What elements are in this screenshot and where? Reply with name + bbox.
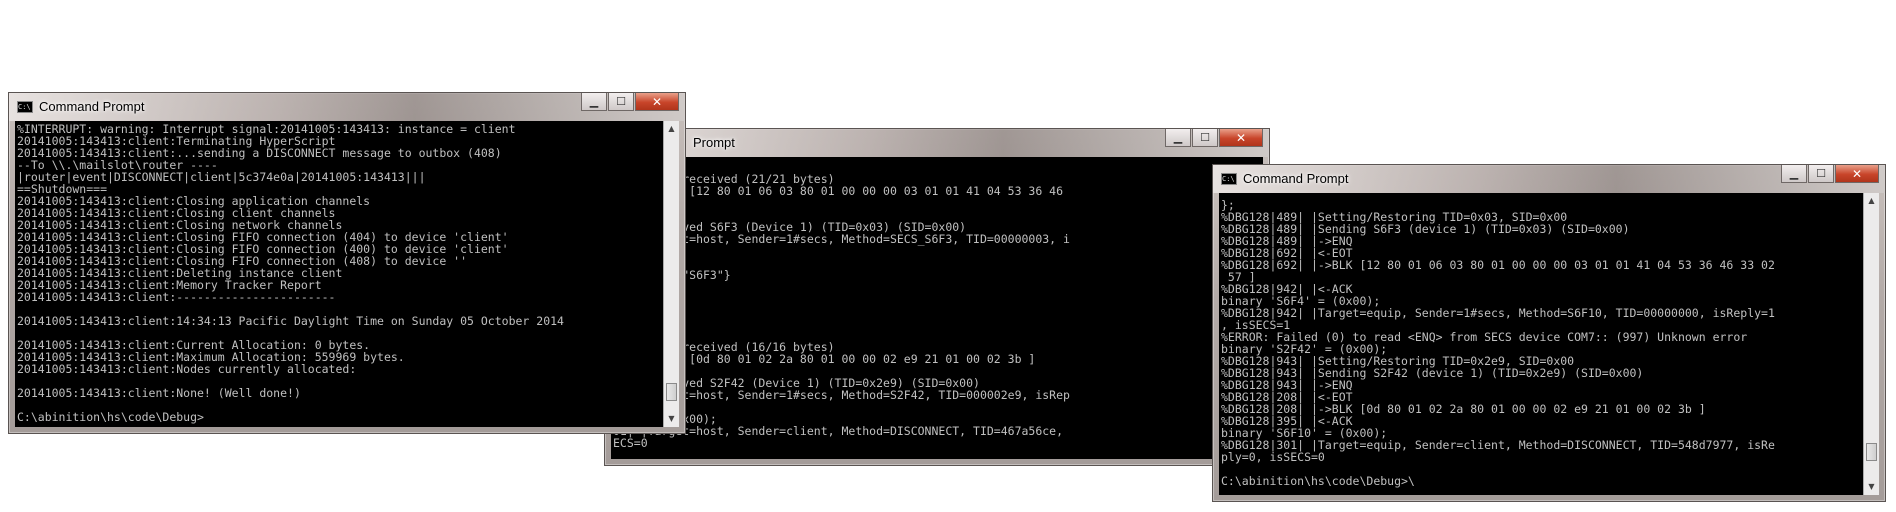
console-line: 20141005:143413:client:Nodes currently a… [17,362,357,376]
console-line: ply=0, isSECS=0 [1221,450,1325,464]
maximize-button[interactable]: ☐ [1192,129,1218,147]
console-text: %INTERRUPT: warning: Interrupt signal:20… [17,123,659,427]
title-bar[interactable]: C:\ Command Prompt ▁ ☐ ✕ [9,93,685,121]
title-bar[interactable]: Prompt ▁ ☐ ✕ [605,129,1269,157]
window-controls: ▁ ☐ ✕ [580,93,679,111]
maximize-button[interactable]: ☐ [1808,165,1834,183]
window-controls: ▁ ☐ ✕ [1164,129,1263,147]
minimize-button[interactable]: ▁ [1165,129,1191,147]
command-prompt-window-1[interactable]: C:\ Command Prompt ▁ ☐ ✕ %INTERRUPT: war… [8,92,686,434]
console-line: 86| |Target=host, Sender=1#secs, Method=… [613,388,1070,402]
console-line: |router|event|DISCONNECT|client|5c374e0a… [17,170,426,184]
vertical-scrollbar[interactable]: ▲ ▼ [663,121,679,427]
cmd-icon: C:\ [17,101,33,113]
close-button[interactable]: ✕ [635,93,679,111]
close-button[interactable]: ✕ [1219,129,1263,147]
console-output[interactable]: %INTERRUPT: warning: Interrupt signal:20… [15,121,679,427]
window-title: Prompt [693,135,735,150]
vertical-scrollbar[interactable]: ▲ ▼ [1863,193,1879,495]
minimize-button[interactable]: ▁ [581,93,607,111]
scroll-down-arrow-icon[interactable]: ▼ [1864,479,1879,495]
command-prompt-window-2[interactable]: Prompt ▁ ☐ ✕ 03| |->EOT03| |<-21 receive… [604,128,1270,466]
title-bar[interactable]: C:\ Command Prompt ▁ ☐ ✕ [1213,165,1885,193]
minimize-button[interactable]: ▁ [1781,165,1807,183]
console-output[interactable]: 03| |->EOT03| |<-21 received (21/21 byte… [611,157,1263,459]
scroll-up-arrow-icon[interactable]: ▲ [664,121,679,137]
close-button[interactable]: ✕ [1835,165,1879,183]
window-title: Command Prompt [1243,171,1349,186]
command-prompt-window-3[interactable]: C:\ Command Prompt ▁ ☐ ✕ }; %DBG128|489| … [1212,164,1886,502]
window-title: Command Prompt [39,99,145,114]
console-line: ECS=0 [613,436,648,450]
scroll-down-arrow-icon[interactable]: ▼ [664,411,679,427]
console-line: C:\abinition\hs\code\Debug> [17,410,204,424]
scroll-thumb[interactable] [666,383,677,401]
console-line: %DBG128|692| |->BLK [12 80 01 06 03 80 0… [1221,258,1775,272]
console-line: %DBG128|942| |Target=equip, Sender=1#sec… [1221,306,1775,320]
console-text: 03| |->EOT03| |<-21 received (21/21 byte… [613,161,1259,459]
console-line: 03| |<-BLK [12 80 01 06 03 80 01 00 00 0… [613,184,1064,198]
console-text: }; %DBG128|489| |Setting/Restoring TID=0x… [1221,199,1859,495]
cmd-icon: C:\ [1221,173,1237,185]
console-line: C:\abinition\hs\code\Debug>\ [1221,474,1415,488]
console-line: CS=1 [613,245,1259,257]
console-line: 01| |Target=host, Sender=client, Method=… [613,424,1064,438]
console-line: 86| |<-BLK [0d 80 01 02 2a 80 01 00 00 0… [613,352,1036,366]
console-output[interactable]: }; %DBG128|489| |Setting/Restoring TID=0x… [1219,193,1879,495]
console-line: 20141005:143413:client:-----------------… [17,290,336,304]
console-line: 86| |<-ENQ [613,317,1259,329]
scroll-up-arrow-icon[interactable]: ▲ [1864,193,1879,209]
window-controls: ▁ ☐ ✕ [1780,165,1879,183]
console-line: _0'[4] = {"S6F3"} [613,268,731,282]
maximize-button[interactable]: ☐ [608,93,634,111]
console-line: 20141005:143413:client:None! (Well done!… [17,386,301,400]
scroll-thumb[interactable] [1866,443,1877,461]
console-line: 03| |Target=host, Sender=1#secs, Method=… [613,232,1070,246]
console-line: 20141005:143413:client:14:34:13 Pacific … [17,314,564,328]
